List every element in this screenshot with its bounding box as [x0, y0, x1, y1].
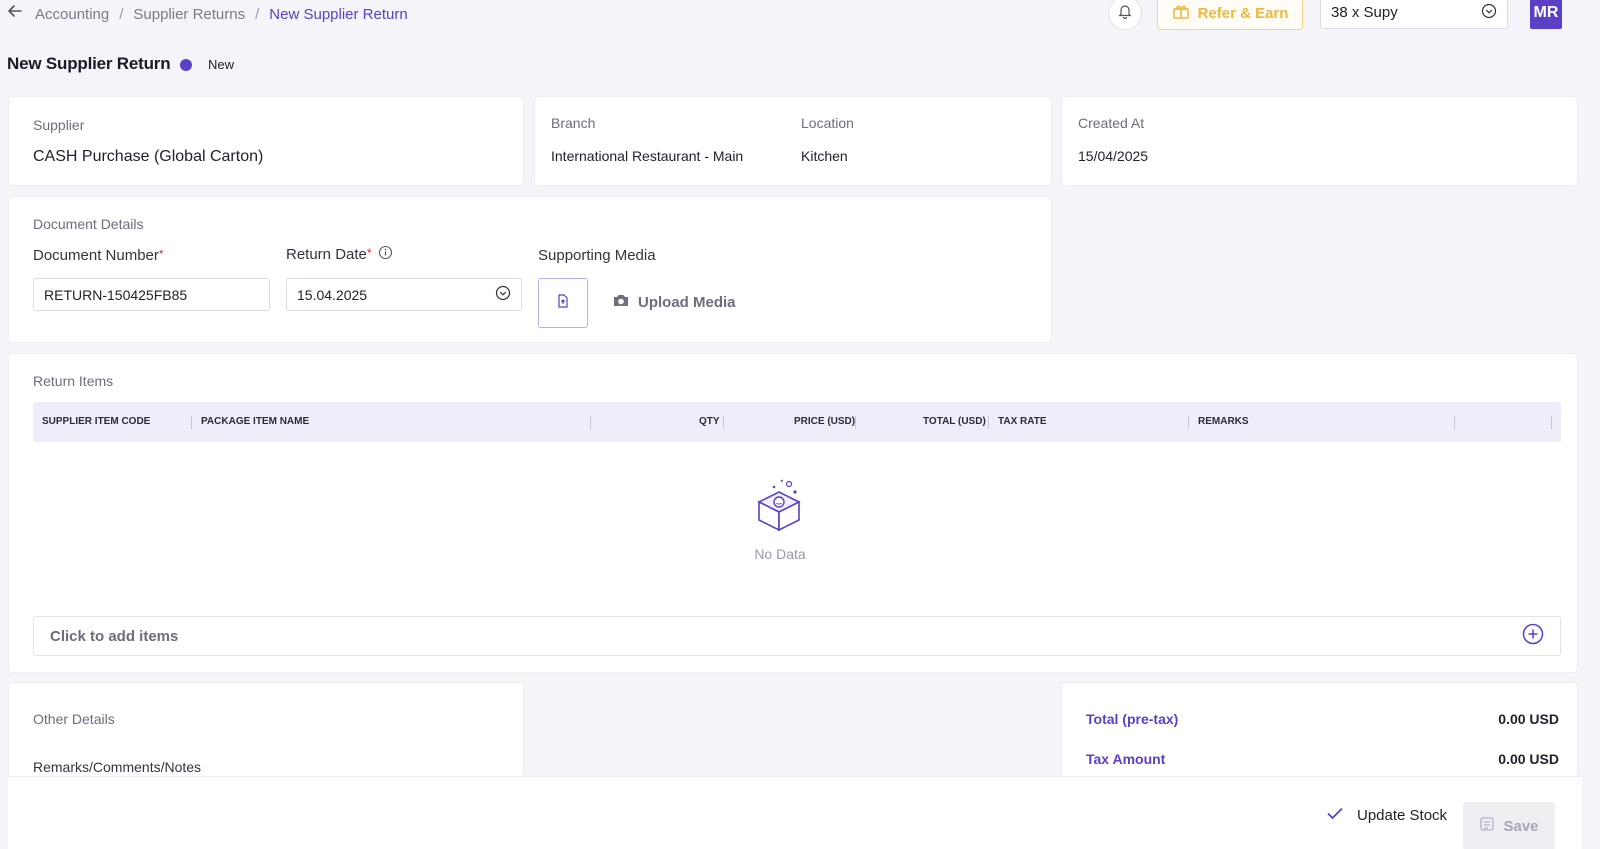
created-at-label: Created At [1078, 115, 1145, 131]
add-items-row[interactable]: Click to add items [33, 616, 1561, 656]
breadcrumb: Accounting / Supplier Returns / New Supp… [35, 4, 408, 24]
chevron-down-icon [495, 285, 511, 304]
col-qty[interactable]: QTY [699, 402, 720, 442]
col-supplier-item-code[interactable]: SUPPLIER ITEM CODE [42, 402, 150, 442]
return-items-title: Return Items [33, 373, 114, 389]
document-number-input[interactable]: RETURN-150425FB85 [33, 278, 270, 311]
checkmark-icon [1325, 803, 1345, 828]
tax-amount-value: 0.00 USD [1498, 751, 1559, 767]
update-stock-checkbox[interactable]: Update Stock [1325, 803, 1447, 828]
add-circle-icon[interactable] [1522, 623, 1544, 650]
status-badge: New [208, 57, 235, 72]
upload-media-button[interactable]: Upload Media [612, 293, 736, 312]
return-date-picker[interactable]: 15.04.2025 [286, 278, 522, 311]
table-header: SUPPLIER ITEM CODE PACKAGE ITEM NAME QTY… [33, 402, 1561, 442]
created-at-card: Created At 15/04/2025 [1061, 96, 1578, 186]
col-divider[interactable] [855, 416, 856, 429]
breadcrumb-separator: / [119, 5, 124, 23]
return-date-value: 15.04.2025 [297, 286, 368, 303]
remarks-label: Remarks/Comments/Notes [33, 759, 202, 775]
save-label: Save [1503, 817, 1539, 835]
supplier-value: CASH Purchase (Global Carton) [33, 148, 264, 165]
col-divider[interactable] [1551, 416, 1552, 429]
notifications-button[interactable] [1108, 0, 1142, 30]
breadcrumb-supplier-returns[interactable]: Supplier Returns [133, 6, 245, 23]
refer-earn-label: Refer & Earn [1197, 4, 1289, 22]
document-details-card: Document Details Document Number* RETURN… [8, 196, 1052, 343]
gift-icon [1172, 3, 1190, 23]
breadcrumb-current: New Supplier Return [269, 5, 408, 23]
total-pretax-label: Total (pre-tax) [1086, 711, 1179, 727]
supporting-media-label: Supporting Media [538, 247, 656, 264]
col-price[interactable]: PRICE (USD) [794, 402, 855, 442]
info-icon[interactable] [378, 245, 393, 264]
document-details-title: Document Details [33, 216, 144, 232]
breadcrumb-separator: / [255, 5, 260, 23]
col-total[interactable]: TOTAL (USD) [923, 402, 986, 442]
breadcrumb-accounting[interactable]: Accounting [35, 6, 109, 23]
company-select[interactable]: 38 x Supy [1320, 0, 1508, 29]
page-title: New Supplier Return [7, 54, 171, 73]
col-divider[interactable] [723, 416, 724, 429]
attach-file-button[interactable] [538, 278, 588, 328]
created-at-value: 15/04/2025 [1078, 148, 1149, 164]
chevron-down-icon [1481, 3, 1497, 23]
col-divider[interactable] [1188, 416, 1189, 429]
save-icon [1479, 816, 1495, 836]
bell-icon [1117, 3, 1133, 24]
empty-state-text: No Data [754, 546, 806, 562]
add-items-label: Click to add items [50, 627, 179, 645]
company-select-value: 38 x Supy [1331, 4, 1398, 21]
back-arrow-icon[interactable] [6, 2, 26, 24]
location-label: Location [801, 115, 854, 131]
branch-label: Branch [551, 115, 596, 131]
status-dot [180, 59, 192, 71]
branch-location-card: Branch International Restaurant - Main L… [534, 96, 1052, 186]
return-items-card: Return Items SUPPLIER ITEM CODE PACKAGE … [8, 353, 1578, 673]
total-pretax-value: 0.00 USD [1498, 711, 1559, 727]
col-divider[interactable] [590, 416, 591, 429]
avatar[interactable]: MR [1530, 0, 1562, 29]
supplier-card: Supplier CASH Purchase (Global Carton) [8, 96, 524, 186]
branch-value: International Restaurant - Main [551, 148, 744, 164]
col-tax-rate[interactable]: TAX RATE [998, 402, 1047, 442]
col-divider[interactable] [1454, 416, 1455, 429]
footer-bar: Update Stock Save [8, 776, 1582, 849]
col-divider[interactable] [191, 416, 192, 429]
location-value: Kitchen [801, 148, 848, 164]
supplier-label: Supplier [33, 117, 85, 133]
upload-media-label: Upload Media [638, 294, 736, 311]
empty-box-icon [751, 476, 807, 541]
col-remarks[interactable]: REMARKS [1198, 402, 1249, 442]
update-stock-label: Update Stock [1357, 807, 1448, 824]
other-details-title: Other Details [33, 711, 115, 727]
document-number-label: Document Number* [33, 247, 164, 264]
refer-earn-button[interactable]: Refer & Earn [1157, 0, 1303, 30]
col-divider[interactable] [988, 416, 989, 429]
save-button[interactable]: Save [1463, 802, 1555, 849]
file-upload-icon [555, 293, 571, 314]
camera-icon [612, 293, 630, 312]
return-date-label: Return Date* [286, 245, 393, 264]
col-package-item-name[interactable]: PACKAGE ITEM NAME [201, 402, 309, 442]
tax-amount-label: Tax Amount [1086, 751, 1166, 767]
